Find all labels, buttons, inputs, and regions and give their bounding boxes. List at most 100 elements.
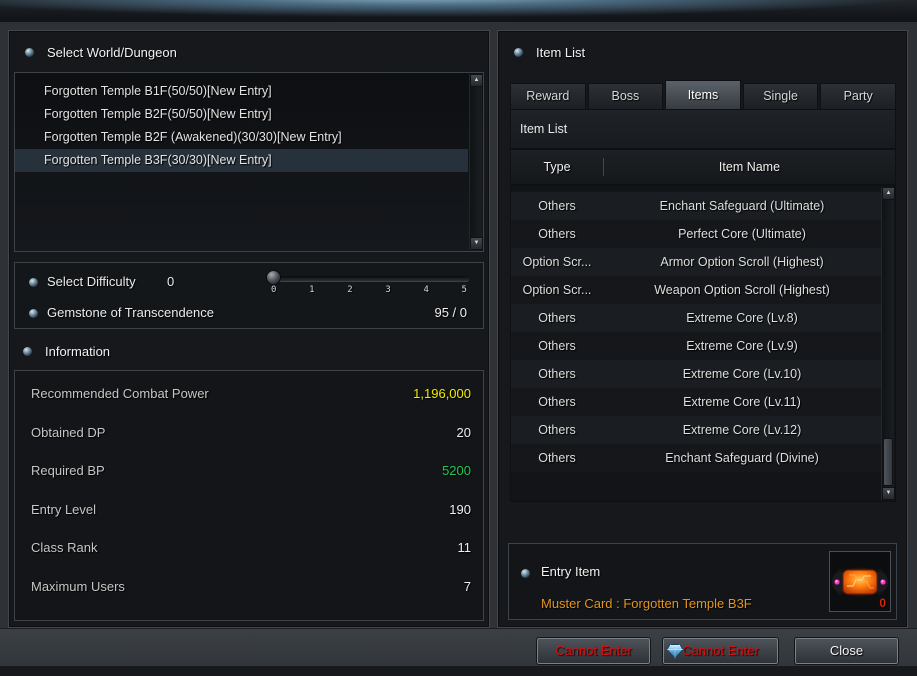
tick-label: 2 xyxy=(347,285,352,295)
cell-type: Others xyxy=(511,416,603,444)
muster-card-count: 0 xyxy=(879,596,886,610)
item-table-header: Type Item Name xyxy=(510,149,896,185)
tick-label: 5 xyxy=(462,285,467,295)
scroll-down-icon[interactable]: ▼ xyxy=(470,237,483,250)
dungeon-list-scrollbar[interactable]: ▲ ▼ xyxy=(469,74,482,250)
cell-type: Others xyxy=(511,332,603,360)
cell-type: Others xyxy=(511,304,603,332)
slider-knob[interactable] xyxy=(266,270,281,285)
info-value: 190 xyxy=(449,502,471,517)
difficulty-box: Select Difficulty 0 0 1 2 3 4 5 Gemstone… xyxy=(14,262,484,329)
cell-name: Armor Option Scroll (Highest) xyxy=(603,248,881,276)
world-dungeon-panel: Select World/Dungeon Forgotten Temple B1… xyxy=(8,30,490,628)
difficulty-slider[interactable]: 0 1 2 3 4 5 xyxy=(269,276,469,295)
table-row[interactable]: Others Extreme Core (Lv.11) xyxy=(511,388,881,416)
info-value: 20 xyxy=(457,425,471,440)
item-table-scrollbar[interactable]: ▲ ▼ xyxy=(881,187,894,500)
cell-type: Others xyxy=(511,444,603,472)
tab-items[interactable]: Items xyxy=(665,80,741,109)
cell-name: Enchant Safeguard (Divine) xyxy=(603,444,881,472)
cell-name: Weapon Option Scroll (Highest) xyxy=(603,276,881,304)
scroll-up-icon[interactable]: ▲ xyxy=(470,74,483,87)
scrollbar-thumb[interactable] xyxy=(883,438,893,486)
cell-type: Others xyxy=(511,388,603,416)
item-list-header: Item List xyxy=(514,45,585,60)
gemstone-value: 95 / 0 xyxy=(434,305,467,320)
info-row-entry-level: Entry Level 190 xyxy=(31,499,471,519)
cell-name: Perfect Core (Ultimate) xyxy=(603,220,881,248)
table-row[interactable]: Others Enchant Safeguard (Divine) xyxy=(511,444,881,472)
table-row[interactable]: Others Extreme Core (Lv.12) xyxy=(511,416,881,444)
table-row[interactable]: Others Extreme Core (Lv.8) xyxy=(511,304,881,332)
tick-label: 3 xyxy=(385,285,390,295)
entry-item-name: Muster Card : Forgotten Temple B3F xyxy=(541,596,752,611)
close-button[interactable]: Close xyxy=(795,638,898,664)
muster-card-slot[interactable]: 0 xyxy=(829,551,891,612)
close-button-label: Close xyxy=(830,643,863,658)
table-row[interactable]: Others Extreme Core (Lv.9) xyxy=(511,332,881,360)
info-row-obtained-dp: Obtained DP 20 xyxy=(31,422,471,442)
bullet-icon xyxy=(514,48,523,57)
item-table-body: Others Enchant Safeguard (Ultimate) Othe… xyxy=(510,185,896,502)
info-value: 1,196,000 xyxy=(413,386,471,401)
table-row[interactable]: Others Extreme Core (Lv.10) xyxy=(511,360,881,388)
table-row[interactable]: Option Scr... Armor Option Scroll (Highe… xyxy=(511,248,881,276)
info-row-maximum-users: Maximum Users 7 xyxy=(31,576,471,596)
info-label: Obtained DP xyxy=(31,425,105,440)
slider-track[interactable] xyxy=(269,276,469,281)
difficulty-value: 0 xyxy=(167,274,174,289)
enter-button[interactable]: Cannot Enter xyxy=(537,638,650,664)
table-row[interactable]: Option Scr... Weapon Option Scroll (High… xyxy=(511,276,881,304)
scroll-down-icon[interactable]: ▼ xyxy=(882,487,895,500)
entry-item-header: Entry Item xyxy=(541,564,600,579)
column-header-type[interactable]: Type xyxy=(511,150,603,184)
tab-party[interactable]: Party xyxy=(820,83,896,109)
cell-name: Extreme Core (Lv.10) xyxy=(603,360,881,388)
info-label: Maximum Users xyxy=(31,579,125,594)
cell-name: Extreme Core (Lv.11) xyxy=(603,388,881,416)
info-value: 7 xyxy=(464,579,471,594)
information-box: Recommended Combat Power 1,196,000 Obtai… xyxy=(14,370,484,621)
info-row-class-rank: Class Rank 11 xyxy=(31,537,471,557)
dungeon-list-item[interactable]: Forgotten Temple B1F(50/50)[New Entry] xyxy=(15,80,468,103)
tick-label: 4 xyxy=(423,285,428,295)
cell-type: Others xyxy=(511,192,603,220)
tab-reward[interactable]: Reward xyxy=(510,83,586,109)
info-label: Entry Level xyxy=(31,502,96,517)
tab-single[interactable]: Single xyxy=(743,83,819,109)
info-row-required-bp: Required BP 5200 xyxy=(31,460,471,480)
dungeon-listbox: Forgotten Temple B1F(50/50)[New Entry] F… xyxy=(14,72,484,252)
dungeon-list-item[interactable]: Forgotten Temple B2F(50/50)[New Entry] xyxy=(15,103,468,126)
select-world-header-label: Select World/Dungeon xyxy=(47,45,177,60)
tab-boss[interactable]: Boss xyxy=(588,83,664,109)
difficulty-label: Select Difficulty xyxy=(47,274,136,289)
table-row[interactable]: Others Enchant Safeguard (Ultimate) xyxy=(511,192,881,220)
slider-tick-labels: 0 1 2 3 4 5 xyxy=(269,285,469,295)
item-list-header-label: Item List xyxy=(536,45,585,60)
tick-label: 1 xyxy=(309,285,314,295)
entry-item-box: Entry Item Muster Card : Forgotten Templ… xyxy=(508,543,897,620)
premium-enter-button[interactable]: Cannot Enter xyxy=(663,638,778,664)
table-row[interactable]: Others Perfect Core (Ultimate) xyxy=(511,220,881,248)
bullet-icon xyxy=(521,569,530,578)
info-row-combat-power: Recommended Combat Power 1,196,000 xyxy=(31,383,471,403)
scroll-up-icon[interactable]: ▲ xyxy=(882,187,895,200)
info-label: Recommended Combat Power xyxy=(31,386,209,401)
gemstone-label: Gemstone of Transcendence xyxy=(47,305,214,320)
item-rows: Others Enchant Safeguard (Ultimate) Othe… xyxy=(511,192,881,472)
gem-icon xyxy=(666,643,684,660)
cell-type: Option Scr... xyxy=(511,276,603,304)
enter-button-label: Cannot Enter xyxy=(555,643,632,658)
cell-name: Extreme Core (Lv.8) xyxy=(603,304,881,332)
info-value: 11 xyxy=(458,540,472,555)
window-top-glow-bar xyxy=(0,0,917,22)
cell-name: Extreme Core (Lv.9) xyxy=(603,332,881,360)
column-header-item-name[interactable]: Item Name xyxy=(604,150,895,184)
dungeon-list-item[interactable]: Forgotten Temple B2F (Awakened)(30/30)[N… xyxy=(15,126,468,149)
information-header-label: Information xyxy=(45,344,110,359)
item-list-tabs: Reward Boss Items Single Party xyxy=(510,83,896,109)
bullet-icon xyxy=(29,309,38,318)
cell-type: Others xyxy=(511,360,603,388)
dungeon-list-item-selected[interactable]: Forgotten Temple B3F(30/30)[New Entry] xyxy=(15,149,468,172)
tick-label: 0 xyxy=(271,285,276,295)
